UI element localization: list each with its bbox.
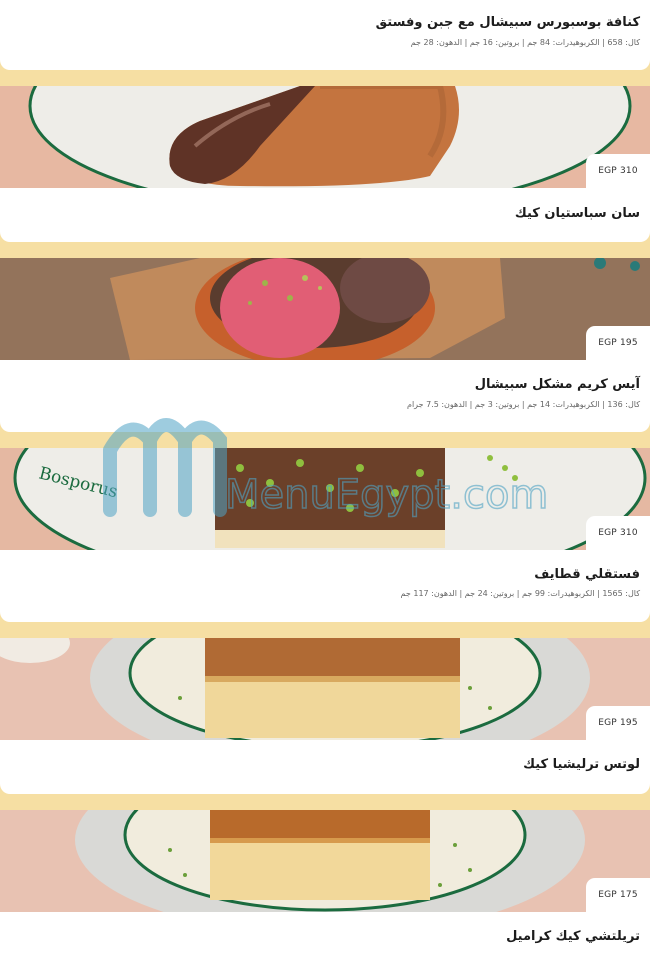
item-image — [0, 258, 650, 360]
item-title: تريلتشي كيك كراميل — [506, 929, 640, 944]
item-price: EGP 310 — [586, 154, 650, 188]
item-title: سان سباستيان كيك — [514, 206, 640, 221]
item-price: EGP 310 — [586, 516, 650, 550]
menu-item-card[interactable]: EGP 310 سان سباستيان كيك — [0, 86, 650, 242]
item-price: EGP 195 — [586, 326, 650, 360]
item-price: EGP 195 — [586, 706, 650, 740]
item-title: كنافة بوسبورس سبيشال مع جبن وفستق — [375, 15, 640, 30]
menu-item-card[interactable]: Bosporus EGP 310 فستقلي قطايف كال: 1565 … — [0, 448, 650, 622]
item-image — [0, 810, 650, 912]
menu-item-card[interactable]: EGP 195 لوتس ترليشيا كيك — [0, 638, 650, 794]
item-nutrition: كال: 658 | الكربوهيدرات: 84 جم | بروتين:… — [410, 38, 640, 47]
item-title: لوتس ترليشيا كيك — [523, 757, 640, 772]
item-image — [0, 86, 650, 188]
menu-item-card[interactable]: EGP 195 آيس كريم مشكل سبيشال كال: 136 | … — [0, 258, 650, 432]
item-nutrition: كال: 1565 | الكربوهيدرات: 99 جم | بروتين… — [400, 589, 640, 598]
item-image — [0, 638, 650, 740]
item-title: فستقلي قطايف — [534, 567, 640, 582]
menu-item-card[interactable]: كنافة بوسبورس سبيشال مع جبن وفستق كال: 6… — [0, 0, 650, 70]
item-nutrition: كال: 136 | الكربوهيدرات: 14 جم | بروتين:… — [407, 400, 640, 409]
item-title: آيس كريم مشكل سبيشال — [474, 377, 640, 392]
menu-item-card[interactable]: EGP 175 تريلتشي كيك كراميل — [0, 810, 650, 960]
item-price: EGP 175 — [586, 878, 650, 912]
item-image: Bosporus — [0, 448, 650, 550]
